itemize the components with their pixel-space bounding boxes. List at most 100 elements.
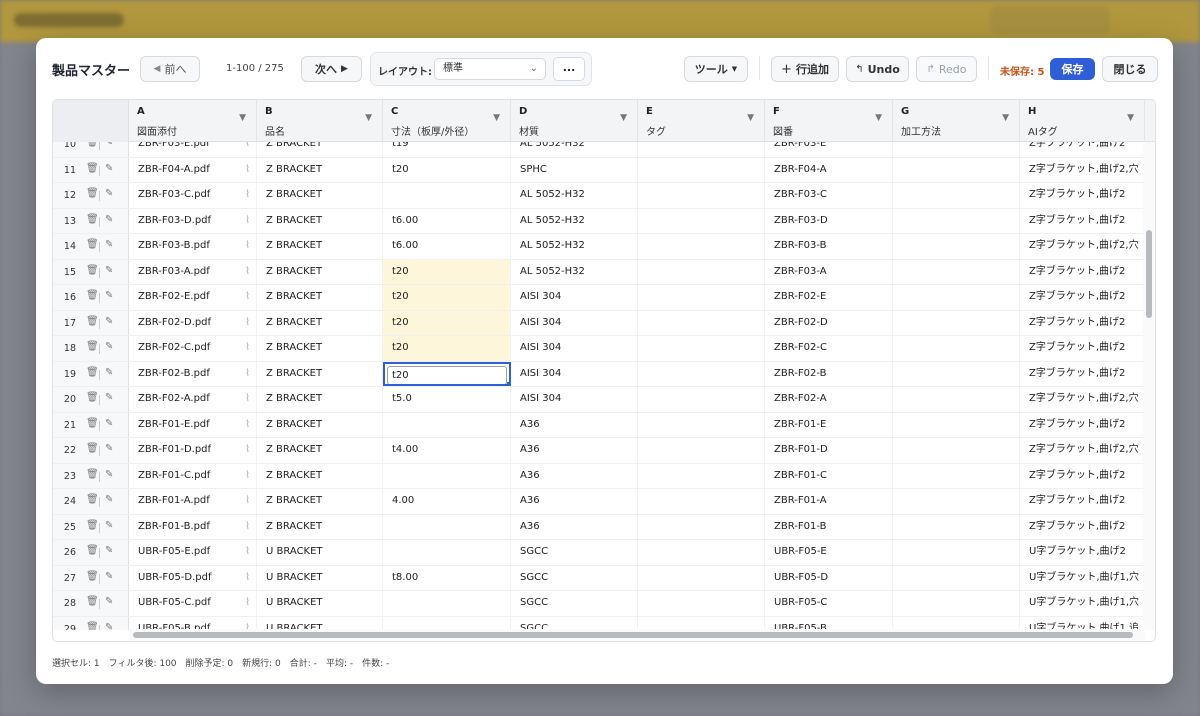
cell-d[interactable]: A36 — [511, 412, 638, 437]
close-button[interactable]: 閉じる — [1102, 56, 1158, 82]
cell-b[interactable]: Z BRACKET — [257, 387, 383, 412]
cell-c[interactable]: t6.00 — [383, 234, 511, 259]
cell-f[interactable]: ZBR-F03-D — [765, 208, 893, 233]
cell-e[interactable] — [638, 489, 765, 514]
vertical-scroll-thumb[interactable] — [1146, 230, 1152, 318]
cell-h[interactable]: U字ブラケット,曲げ1,穴 — [1020, 591, 1145, 616]
cell-e[interactable] — [638, 565, 765, 590]
cell-b[interactable]: Z BRACKET — [257, 463, 383, 488]
trash-icon[interactable]: 🗑 — [86, 520, 99, 531]
cell-c-editing[interactable]: t20 — [383, 361, 511, 386]
cell-a[interactable]: ZBR-F02-B.pdf ⌇ — [129, 361, 257, 386]
cell-c[interactable] — [383, 463, 511, 488]
trash-icon[interactable]: 🗑 — [86, 214, 99, 225]
cell-d[interactable]: AL 5052-H32 — [511, 142, 638, 157]
cell-f[interactable]: ZBR-F01-C — [765, 463, 893, 488]
cell-b[interactable]: Z BRACKET — [257, 438, 383, 463]
trash-icon[interactable]: 🗑 — [86, 188, 99, 199]
cell-f[interactable]: ZBR-F01-E — [765, 412, 893, 437]
cell-a[interactable]: ZBR-F01-C.pdf ⌇ — [129, 463, 257, 488]
paperclip-icon[interactable]: ⌇ — [245, 489, 250, 513]
cell-a[interactable]: ZBR-F02-C.pdf ⌇ — [129, 336, 257, 361]
trash-icon[interactable]: 🗑 — [86, 443, 99, 454]
cell-c[interactable]: t19 — [383, 142, 511, 157]
vertical-scrollbar[interactable] — [1143, 142, 1155, 630]
cell-g[interactable] — [893, 387, 1020, 412]
cell-g[interactable] — [893, 412, 1020, 437]
pencil-icon[interactable]: ✎ — [105, 469, 113, 480]
cell-c[interactable] — [383, 540, 511, 565]
cell-f[interactable]: ZBR-F02-D — [765, 310, 893, 335]
cell-b[interactable]: Z BRACKET — [257, 183, 383, 208]
cell-g[interactable] — [893, 208, 1020, 233]
cell-h[interactable]: Z字ブラケット,曲げ2 — [1020, 142, 1145, 157]
filter-icon[interactable]: ▼ — [1127, 113, 1134, 123]
pencil-icon[interactable]: ✎ — [105, 239, 113, 250]
cell-d[interactable]: A36 — [511, 489, 638, 514]
cell-d[interactable]: AISI 304 — [511, 285, 638, 310]
cell-a[interactable]: ZBR-F04-A.pdf ⌇ — [129, 157, 257, 182]
cell-c[interactable]: t5.0 — [383, 387, 511, 412]
column-header-h[interactable]: H AIタグ ▼ — [1020, 100, 1145, 142]
cell-a[interactable]: UBR-F05-E.pdf ⌇ — [129, 540, 257, 565]
cell-d[interactable]: A36 — [511, 463, 638, 488]
prev-page-button[interactable]: ◀ 前へ — [140, 56, 200, 82]
cell-b[interactable]: U BRACKET — [257, 591, 383, 616]
cell-b[interactable]: Z BRACKET — [257, 259, 383, 284]
trash-icon[interactable]: 🗑 — [86, 545, 99, 556]
paperclip-icon[interactable]: ⌇ — [245, 285, 250, 309]
cell-f[interactable]: ZBR-F02-C — [765, 336, 893, 361]
pencil-icon[interactable]: ✎ — [105, 316, 113, 327]
table-row[interactable]: 22 🗑 ✎ ZBR-F01-D.pdf ⌇ Z BRACKET t4.00 A36 ZBR-F… — [53, 438, 1145, 464]
paperclip-icon[interactable]: ⌇ — [245, 438, 250, 462]
paperclip-icon[interactable]: ⌇ — [245, 142, 250, 156]
cell-d[interactable]: AL 5052-H32 — [511, 234, 638, 259]
cell-h[interactable]: Z字ブラケット,曲げ2,穴 — [1020, 387, 1145, 412]
filter-icon[interactable]: ▼ — [493, 113, 500, 123]
tools-menu-button[interactable]: ツール ▼ — [684, 56, 748, 82]
cell-d[interactable]: SPHC — [511, 157, 638, 182]
cell-f[interactable]: ZBR-F01-B — [765, 514, 893, 539]
trash-icon[interactable]: 🗑 — [86, 239, 99, 250]
trash-icon[interactable]: 🗑 — [86, 494, 99, 505]
table-row[interactable]: 23 🗑 ✎ ZBR-F01-C.pdf ⌇ Z BRACKET A36 ZBR-F01-C Z… — [53, 463, 1145, 489]
cell-e[interactable] — [638, 183, 765, 208]
cell-g[interactable] — [893, 616, 1020, 630]
cell-h[interactable]: Z字ブラケット,曲げ2 — [1020, 489, 1145, 514]
cell-d[interactable]: SGCC — [511, 540, 638, 565]
cell-a[interactable]: ZBR-F01-B.pdf ⌇ — [129, 514, 257, 539]
pencil-icon[interactable]: ✎ — [105, 163, 113, 174]
cell-b[interactable]: Z BRACKET — [257, 412, 383, 437]
table-row[interactable]: 28 🗑 ✎ UBR-F05-C.pdf ⌇ U BRACKET SGCC UBR-F05-C… — [53, 591, 1145, 617]
pencil-icon[interactable]: ✎ — [105, 596, 113, 607]
cell-c[interactable]: t8.00 — [383, 565, 511, 590]
cell-g[interactable] — [893, 259, 1020, 284]
table-row[interactable]: 10 🗑 ✎ ZBR-F03-E.pdf ⌇ Z BRACKET t19 AL 5052-H3… — [53, 142, 1145, 158]
table-row[interactable]: 16 🗑 ✎ ZBR-F02-E.pdf ⌇ Z BRACKET t20 AISI 304 ZB… — [53, 285, 1145, 311]
column-header-a[interactable]: A 図面添付 ▼ — [129, 100, 257, 142]
cell-e[interactable] — [638, 310, 765, 335]
pencil-icon[interactable]: ✎ — [105, 418, 113, 429]
pencil-icon[interactable]: ✎ — [105, 290, 113, 301]
trash-icon[interactable]: 🗑 — [86, 418, 99, 429]
cell-c[interactable]: t4.00 — [383, 438, 511, 463]
cell-h[interactable]: Z字ブラケット,曲げ2 — [1020, 183, 1145, 208]
cell-c[interactable]: t20 — [383, 336, 511, 361]
cell-e[interactable] — [638, 616, 765, 630]
pencil-icon[interactable]: ✎ — [105, 367, 113, 378]
cell-d[interactable]: AL 5052-H32 — [511, 208, 638, 233]
pencil-icon[interactable]: ✎ — [105, 494, 113, 505]
cell-a[interactable]: UBR-F05-C.pdf ⌇ — [129, 591, 257, 616]
column-header-e[interactable]: E タグ ▼ — [638, 100, 765, 142]
cell-e[interactable] — [638, 234, 765, 259]
cell-c[interactable]: t20 — [383, 310, 511, 335]
trash-icon[interactable]: 🗑 — [86, 163, 99, 174]
cell-g[interactable] — [893, 142, 1020, 157]
cell-f[interactable]: ZBR-F02-B — [765, 361, 893, 386]
cell-g[interactable] — [893, 540, 1020, 565]
cell-h[interactable]: Z字ブラケット,曲げ2,穴 — [1020, 157, 1145, 182]
cell-g[interactable] — [893, 183, 1020, 208]
cell-e[interactable] — [638, 142, 765, 157]
cell-b[interactable]: Z BRACKET — [257, 489, 383, 514]
table-row[interactable]: 18 🗑 ✎ ZBR-F02-C.pdf ⌇ Z BRACKET t20 AISI 304 ZB… — [53, 336, 1145, 362]
